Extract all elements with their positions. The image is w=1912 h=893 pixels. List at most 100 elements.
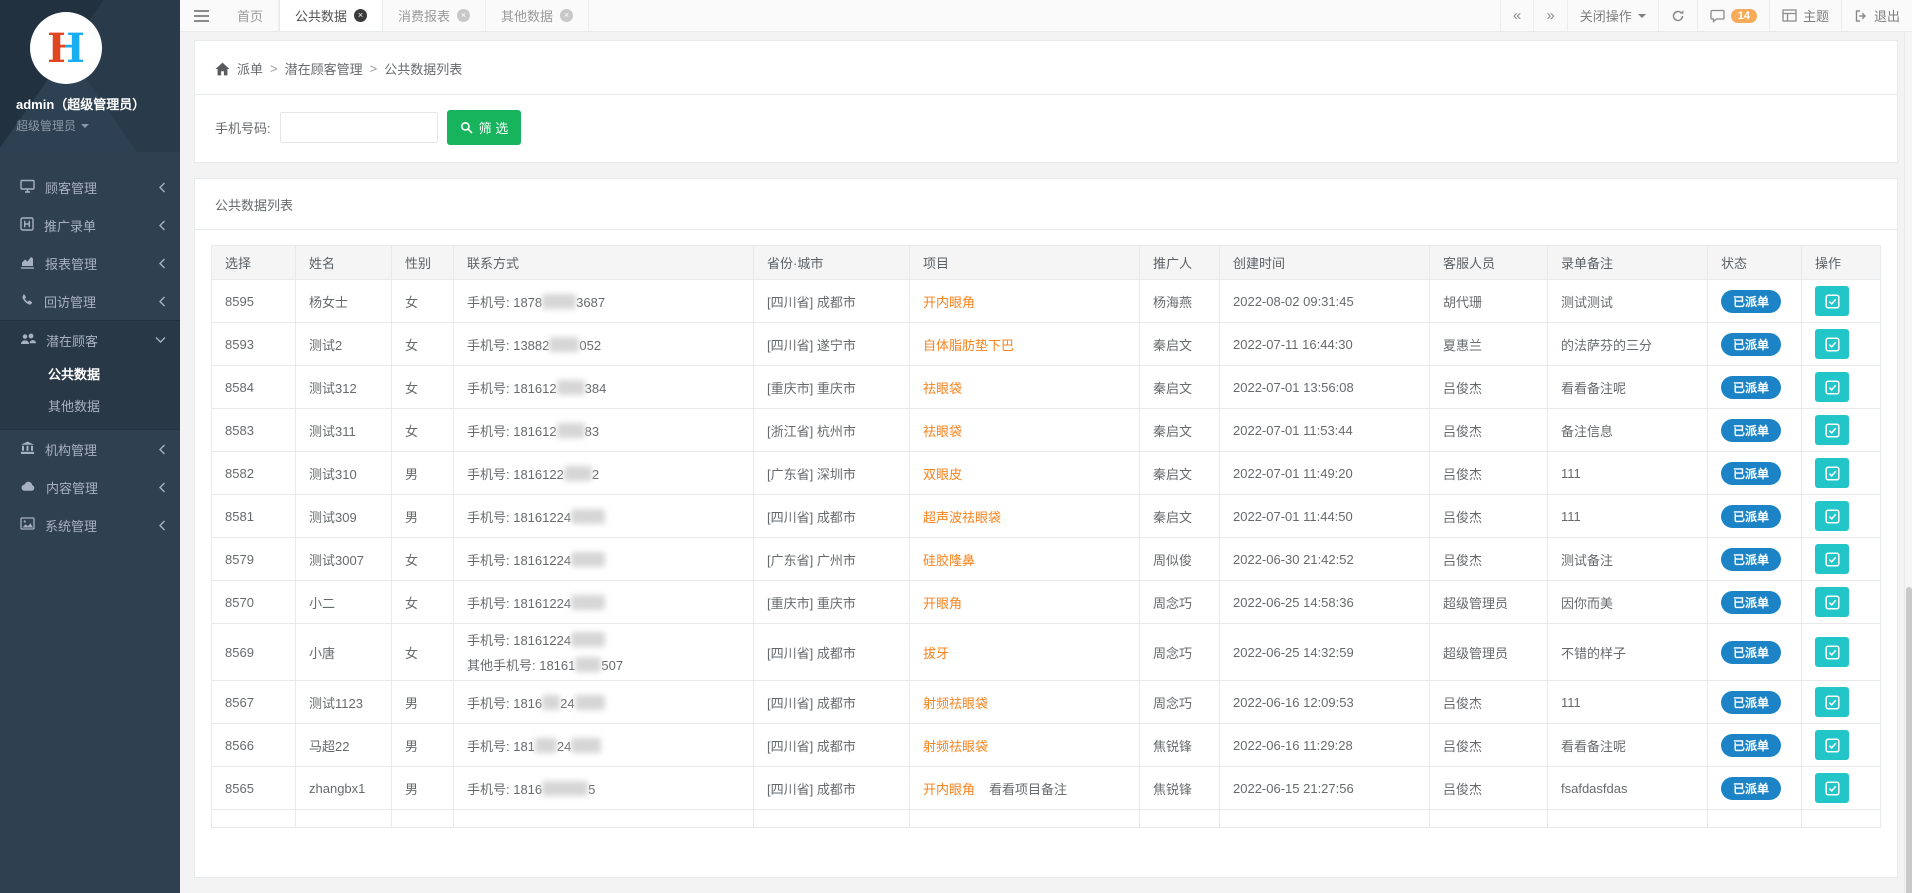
project-link[interactable]: 双眼皮	[923, 467, 962, 482]
sidebar-item-2[interactable]: 推广录单	[0, 206, 180, 244]
edit-dispatch-button[interactable]	[1815, 773, 1849, 803]
project-link[interactable]: 硅胶隆鼻	[923, 553, 975, 568]
tab-close-icon[interactable]: ×	[354, 9, 367, 22]
messages-button[interactable]: 14	[1697, 0, 1769, 31]
project-link[interactable]: 祛眼袋	[923, 424, 962, 439]
project-link[interactable]: 自体脂肪垫下巴	[923, 338, 1014, 353]
sidebar-subitem-其他数据[interactable]: 其他数据	[0, 391, 180, 423]
caret-down-icon	[81, 124, 89, 128]
phone-text: 3687	[576, 295, 605, 310]
phone-line: 手机号: 18124	[467, 736, 740, 755]
phone-line: 其他手机号: 18161507	[467, 655, 740, 674]
cell-phone: 手机号: 18161224	[454, 495, 754, 538]
close-operations-dropdown[interactable]: 关闭操作	[1567, 0, 1658, 31]
tab-close-icon[interactable]: ×	[457, 9, 470, 22]
filter-button[interactable]: 筛 选	[447, 110, 522, 145]
cell-service: 吕俊杰	[1430, 538, 1548, 581]
project-link[interactable]: 开眼角	[923, 596, 962, 611]
status-badge: 已派单	[1721, 462, 1781, 485]
phone-line: 手机号: 13882052	[467, 335, 740, 354]
edit-dispatch-button[interactable]	[1815, 587, 1849, 617]
cell-service: 超级管理员	[1430, 624, 1548, 681]
breadcrumb-filter-panel: 派单>潜在顾客管理>公共数据列表 手机号码: 筛 选	[194, 40, 1898, 163]
tab-其他数据[interactable]: 其他数据×	[486, 0, 589, 31]
theme-button[interactable]: 主题	[1769, 0, 1841, 31]
refresh-button[interactable]	[1658, 0, 1697, 31]
table-row-partial	[212, 810, 1881, 828]
tab-消费报表[interactable]: 消费报表×	[383, 0, 486, 31]
sidebar-item-3[interactable]: 报表管理	[0, 244, 180, 282]
edit-dispatch-button[interactable]	[1815, 687, 1849, 717]
column-header-状态: 状态	[1708, 246, 1802, 280]
cell-id: 8570	[212, 581, 296, 624]
cell-actions	[1802, 409, 1881, 452]
cloud-icon	[20, 480, 36, 495]
phone-filter-input[interactable]	[280, 112, 438, 143]
check-square-icon	[1825, 509, 1840, 524]
edit-dispatch-button[interactable]	[1815, 458, 1849, 488]
cell-city: [广东省] 广州市	[754, 538, 910, 581]
edit-dispatch-button[interactable]	[1815, 501, 1849, 531]
table-row: 8584测试312女手机号: 181612384[重庆市] 重庆市祛眼袋秦启文2…	[212, 366, 1881, 409]
table-row: 8595杨女士女手机号: 18783687[四川省] 成都市开内眼角杨海燕202…	[212, 280, 1881, 323]
status-badge: 已派单	[1721, 691, 1781, 714]
phone-text: 手机号: 18161224	[467, 633, 571, 648]
edit-dispatch-button[interactable]	[1815, 730, 1849, 760]
sidebar-item-1[interactable]: 顾客管理	[0, 168, 180, 206]
column-header-创建时间: 创建时间	[1220, 246, 1430, 280]
cell-remark: 测试测试	[1548, 280, 1708, 323]
sidebar-item-6[interactable]: 机构管理	[0, 430, 180, 468]
table-row: 8583测试311女手机号: 18161283[浙江省] 杭州市祛眼袋秦启文20…	[212, 409, 1881, 452]
edit-dispatch-button[interactable]	[1815, 329, 1849, 359]
phone-text: 384	[585, 381, 607, 396]
project-link[interactable]: 超声波祛眼袋	[923, 510, 1001, 525]
column-header-推广人: 推广人	[1140, 246, 1220, 280]
project-link[interactable]: 拔牙	[923, 646, 949, 661]
edit-dispatch-button[interactable]	[1815, 544, 1849, 574]
cell-empty	[296, 810, 392, 828]
home-icon	[215, 62, 230, 76]
chevron-left-icon	[158, 220, 166, 231]
project-link[interactable]: 祛眼袋	[923, 381, 962, 396]
logout-button[interactable]: 退出	[1841, 0, 1912, 31]
cell-status: 已派单	[1708, 452, 1802, 495]
sidebar-item-8[interactable]: 系统管理	[0, 506, 180, 544]
edit-dispatch-button[interactable]	[1815, 372, 1849, 402]
cell-phone: 手机号: 181624	[454, 681, 754, 724]
scrollbar-thumb[interactable]	[1906, 587, 1912, 893]
breadcrumb-item[interactable]: 派单	[237, 59, 263, 78]
tab-close-icon[interactable]: ×	[560, 9, 573, 22]
cell-service: 吕俊杰	[1430, 366, 1548, 409]
edit-dispatch-button[interactable]	[1815, 637, 1849, 667]
user-role-dropdown[interactable]: 超级管理员	[16, 117, 180, 134]
hamburger-icon[interactable]	[180, 0, 222, 31]
monitor-icon	[20, 179, 35, 196]
sidebar-item-5[interactable]: 潜在顾客	[0, 321, 180, 359]
sidebar-item-4[interactable]: 回访管理	[0, 282, 180, 320]
status-badge: 已派单	[1721, 419, 1781, 442]
tab-公共数据[interactable]: 公共数据×	[279, 0, 383, 31]
edit-dispatch-button[interactable]	[1815, 286, 1849, 316]
prev-tab-button[interactable]: «	[1500, 0, 1533, 31]
cell-phone: 手机号: 181612384	[454, 366, 754, 409]
sidebar-item-label: 顾客管理	[45, 178, 97, 197]
cell-id: 8565	[212, 767, 296, 810]
project-link[interactable]: 开内眼角	[923, 295, 975, 310]
cell-status: 已派单	[1708, 409, 1802, 452]
cell-name: 测试2	[296, 323, 392, 366]
project-link[interactable]: 开内眼角	[923, 782, 975, 797]
image-icon	[20, 517, 35, 533]
next-tab-button[interactable]: »	[1533, 0, 1566, 31]
column-header-省份·城市: 省份·城市	[754, 246, 910, 280]
edit-dispatch-button[interactable]	[1815, 415, 1849, 445]
sidebar-subitem-公共数据[interactable]: 公共数据	[0, 359, 180, 391]
cell-empty	[1430, 810, 1548, 828]
sidebar-item-7[interactable]: 内容管理	[0, 468, 180, 506]
cell-id: 8584	[212, 366, 296, 409]
cell-remark: 看看备注呢	[1548, 366, 1708, 409]
tab-首页[interactable]: 首页	[222, 0, 279, 31]
breadcrumb-item[interactable]: 潜在顾客管理	[285, 59, 363, 78]
breadcrumb-separator: >	[270, 61, 278, 76]
project-link[interactable]: 射频祛眼袋	[923, 696, 988, 711]
project-link[interactable]: 射频祛眼袋	[923, 739, 988, 754]
